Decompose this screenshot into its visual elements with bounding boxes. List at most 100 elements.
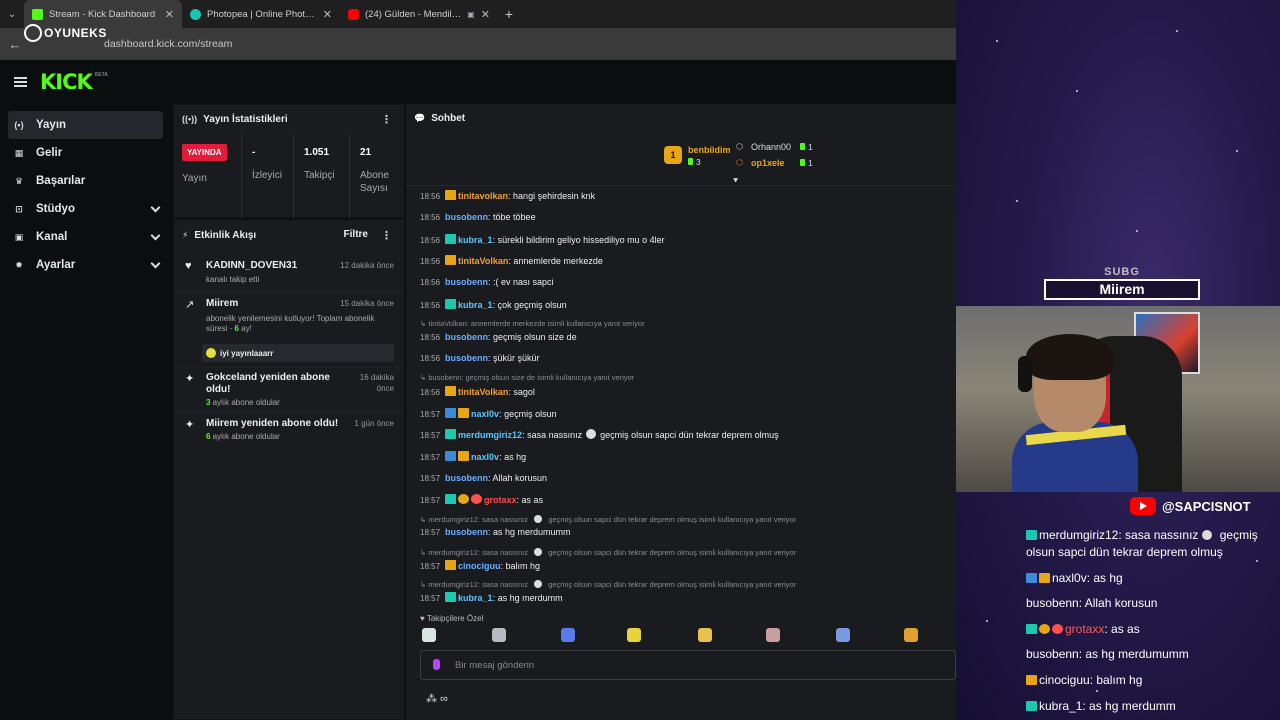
sub-goal-label: SUBG [1104, 266, 1140, 278]
sidebar-item-ayarlar[interactable]: ✹ Ayarlar [8, 251, 163, 279]
sidebar-item-basarilar[interactable]: ♛ Başarılar [8, 167, 163, 195]
tab-title: (24) Gülden - Mendil ( Resm [365, 8, 463, 20]
microphone-icon[interactable] [433, 659, 440, 670]
emote-icon[interactable] [904, 628, 918, 642]
tab-youtube[interactable]: (24) Gülden - Mendil ( Resm ▣ ✕ [340, 0, 498, 28]
leaderboard-second-name[interactable]: Orhann00 [751, 142, 791, 152]
close-tab-icon[interactable]: ✕ [165, 8, 174, 21]
sidebar-item-gelir[interactable]: ▦ Gelir [8, 139, 163, 167]
message-username[interactable]: kubra_1 [458, 235, 493, 245]
youtube-handle-bar: @SAPCISNOT [1130, 494, 1276, 518]
more-options-icon[interactable]: ⋮ [381, 229, 392, 242]
emote-icon[interactable] [698, 628, 712, 642]
sidebar: (•) Yayın ▦ Gelir ♛ Başarılar ⊡ Stüdyo ▣… [0, 104, 172, 720]
reply-context[interactable]: ↳ tinitaVolkan: annemlerde merkezde isim… [420, 319, 645, 328]
chat-message: 18:56 busobenn: geçmiş olsun size de [420, 332, 577, 342]
chat-message-input[interactable]: Bir mesaj gönderin [420, 650, 956, 680]
star-decoration [1136, 230, 1138, 232]
audio-playing-icon[interactable]: ▣ [467, 10, 475, 19]
star-decoration [1096, 690, 1098, 692]
chat-message: 18:56 tinitavolkan: hangi şehirdesin knk [420, 190, 595, 201]
message-username[interactable]: busobenn [445, 277, 488, 287]
sidebar-item-kanal[interactable]: ▣ Kanal [8, 223, 163, 251]
sidebar-item-studyo[interactable]: ⊡ Stüdyo [8, 195, 163, 223]
chat-messages: 18:56 tinitavolkan: hangi şehirdesin knk … [406, 186, 956, 606]
leaderboard-third-name[interactable]: op1xele [751, 158, 785, 168]
subscriber-badge-icon [1026, 530, 1037, 540]
hamburger-menu-icon[interactable] [14, 77, 27, 87]
emote-icon[interactable] [836, 628, 850, 642]
message-text: : sürekli bildirim geliyo hissediliyo mu… [492, 235, 665, 245]
chevron-down-icon[interactable] [150, 258, 161, 269]
activity-sub: kanalı takip etti [206, 275, 260, 284]
message-username[interactable]: busobenn [445, 527, 488, 537]
reply-context[interactable]: ↳ merdumgiriz12: sasa nassınız geçmiş ol… [420, 580, 796, 589]
logo-ring-icon [24, 24, 42, 42]
message-username[interactable]: grotaxx [484, 495, 517, 505]
url-text[interactable]: dashboard.kick.com/stream [104, 38, 232, 50]
chat-tools-icon[interactable]: ⁂ ∞ [426, 692, 448, 705]
stream-overlay: SUBG Miirem @SAPCISNOT merdumgiriz12: sa… [956, 0, 1280, 720]
message-username[interactable]: merdumgiriz12 [458, 430, 522, 440]
sparkle-icon: ✦ [185, 419, 195, 431]
overlay-chat-message: naxl0v: as hg [1026, 569, 1123, 587]
message-username[interactable]: tinitavolkan [458, 191, 508, 201]
chat-message: 18:56 kubra_1: çok geçmiş olsun [420, 299, 567, 310]
chat-leaderboard: 1 benbildim 3 ⬡ Orhann00 1 ⬡ op1xele 1 ⯆ [406, 132, 956, 186]
filter-button[interactable]: Filtre [344, 229, 368, 240]
gift-icon [800, 143, 805, 150]
message-username[interactable]: tinitaVolkan [458, 256, 508, 266]
star-decoration [996, 40, 998, 42]
message-username[interactable]: tinitaVolkan [458, 387, 508, 397]
reply-context[interactable]: ↳ merdumgiriz12: sasa nassınız geçmiş ol… [420, 548, 796, 557]
message-username[interactable]: naxl0v [471, 452, 499, 462]
chevron-down-icon[interactable] [150, 230, 161, 241]
new-tab-button[interactable]: + [498, 6, 520, 22]
tab-title: Photopea | Online Photo Editor [207, 8, 317, 20]
emote-icon[interactable] [422, 628, 436, 642]
heart-icon: ♥ [185, 260, 192, 272]
reply-context[interactable]: ↳ merdumgiriz12: sasa nassınız geçmiş ol… [420, 515, 796, 524]
emote-icon[interactable] [766, 628, 780, 642]
emote-icon[interactable] [561, 628, 575, 642]
broadcast-icon: (•) [14, 120, 24, 130]
activity-sub: süresi - 6 ay! [206, 324, 252, 334]
message-username[interactable]: busobenn [445, 473, 488, 483]
leaderboard-first-name[interactable]: benbildim [688, 145, 731, 155]
message-username[interactable]: busobenn [445, 353, 488, 363]
followers-only-notice: ♥ Takipçilere Özel [420, 614, 484, 623]
message-text: : as hg merdumumm [488, 527, 571, 537]
message-username[interactable]: kubra_1 [458, 593, 493, 603]
youtube-favicon-icon [348, 8, 359, 20]
activity-name: Miirem [206, 298, 239, 309]
tab-photopea[interactable]: Photopea | Online Photo Editor ✕ [182, 0, 340, 28]
close-tab-icon[interactable]: ✕ [323, 8, 332, 21]
subscriber-badge-icon [445, 429, 457, 439]
message-text: : as hg merdumm [492, 593, 563, 603]
message-username[interactable]: kubra_1 [458, 300, 493, 310]
message-username[interactable]: busobenn [445, 212, 488, 222]
activity-sub-text: aylık abone oldular [210, 432, 280, 441]
close-tab-icon[interactable]: ✕ [481, 8, 490, 21]
emote-icon [534, 515, 543, 523]
reply-text: merdumgiriz12: sasa nassınız [428, 580, 528, 589]
tab-search-icon[interactable]: ⌄ [0, 0, 24, 28]
kick-logo[interactable]: KICK [40, 70, 93, 94]
chat-message: 18:57 busobenn: as hg merdumumm [420, 527, 571, 537]
kick-favicon-icon [32, 8, 43, 20]
star-decoration [1256, 560, 1258, 562]
message-username[interactable]: busobenn [445, 332, 488, 342]
chevron-down-icon[interactable] [150, 202, 161, 213]
stream-stats-panel: ((•)) Yayın İstatistikleri ⋮ YAYINDA Yay… [173, 104, 405, 221]
more-options-icon[interactable]: ⋮ [381, 113, 392, 126]
message-username[interactable]: cinociguu [458, 561, 501, 571]
overlay-chat-text: : as hg merdumm [1082, 699, 1176, 713]
og-badge-icon [445, 408, 457, 418]
reply-context[interactable]: ↳ busobenn: geçmiş olsun size de isimli … [420, 373, 634, 382]
message-username[interactable]: naxl0v [471, 409, 499, 419]
sidebar-item-yayin[interactable]: (•) Yayın [8, 111, 163, 139]
emote-icon[interactable] [492, 628, 506, 642]
stat-label: Yayın [182, 173, 207, 184]
tab-title: Stream - Kick Dashboard [49, 8, 156, 20]
emote-icon[interactable] [627, 628, 641, 642]
